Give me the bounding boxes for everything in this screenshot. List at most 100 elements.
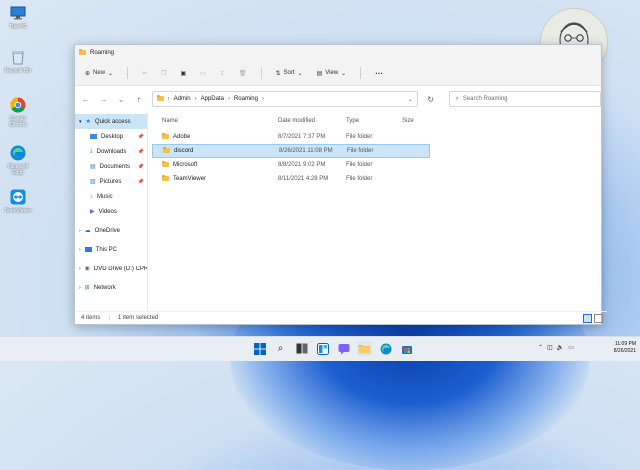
desktop-icon-label: Recycle Bin	[4, 68, 32, 74]
search-icon: ⌕	[277, 343, 284, 354]
explorer-body: ▾ ★ Quick access Desktop 📌 ⤓ Downloads 📌…	[75, 112, 601, 317]
edge-taskbar-button[interactable]	[378, 341, 393, 356]
chevron-up-icon[interactable]: ⌃	[538, 344, 543, 351]
view-toggle	[583, 314, 603, 323]
title-bar[interactable]: Roaming	[75, 45, 601, 61]
new-button[interactable]: ⊕ New ⌄	[81, 68, 117, 79]
desktop-icon-recycle-bin[interactable]: Recycle Bin	[2, 48, 34, 74]
more-icon: ···	[375, 68, 384, 78]
search-button[interactable]: ⌕	[273, 341, 288, 356]
sidebar-item-quick-access[interactable]: ▾ ★ Quick access	[75, 114, 147, 129]
breadcrumb-item[interactable]: AppData	[201, 96, 224, 102]
chevron-down-icon[interactable]: ⌄	[116, 95, 126, 104]
column-header-name[interactable]: Name	[162, 118, 278, 124]
recycle-bin-icon	[9, 48, 27, 66]
column-header-size[interactable]: Size	[402, 118, 432, 124]
sidebar-item-documents[interactable]: ▤ Documents 📌	[75, 159, 147, 174]
sidebar-item-music[interactable]: ♪ Music	[75, 189, 147, 204]
desktop-icon-label: Google Chrome	[9, 116, 27, 128]
forward-arrow-icon[interactable]: →	[99, 95, 109, 104]
search-box[interactable]: ⌕ Search Roaming	[449, 91, 602, 107]
teams-chat-button[interactable]	[336, 341, 351, 356]
folder-icon	[79, 48, 86, 57]
file-date: 8/8/2021 9:02 PM	[278, 162, 326, 168]
column-header-type[interactable]: Type	[346, 118, 402, 124]
search-icon: ⌕	[455, 95, 459, 102]
chat-icon	[338, 343, 349, 354]
desktop-icon-teamviewer[interactable]: TeamViewer	[2, 188, 34, 214]
widgets-button[interactable]	[315, 341, 330, 356]
task-view-button[interactable]	[294, 341, 309, 356]
cut-button[interactable]: ✂	[138, 68, 151, 79]
desktop-icon-label: Microsoft Edge	[7, 164, 29, 176]
start-button[interactable]	[252, 341, 267, 356]
star-icon: ★	[85, 119, 91, 125]
sidebar-item-label: OneDrive	[94, 227, 121, 234]
sidebar-item-downloads[interactable]: ⤓ Downloads 📌	[75, 144, 147, 159]
toolbar-divider	[260, 67, 262, 79]
sidebar-item-dvd-drive[interactable]: › ◉ DVD Drive (D:) CPRA	[75, 261, 147, 276]
pin-icon: 📌	[137, 148, 144, 155]
monitor-icon	[84, 247, 92, 252]
sidebar-item-network[interactable]: › ⊞ Network	[75, 280, 147, 295]
task-view-icon	[296, 343, 307, 354]
sidebar-item-label: Network	[93, 284, 116, 291]
sidebar-item-label: Documents	[99, 163, 131, 170]
paste-icon: ▣	[180, 70, 187, 77]
new-button-label: New	[93, 70, 106, 76]
file-name: Adobe	[173, 134, 191, 140]
volume-icon[interactable]: 🔈	[557, 344, 564, 351]
sidebar-item-label: Desktop	[101, 133, 124, 140]
clock[interactable]: 11:09 PM 8/26/2021	[592, 341, 636, 355]
column-header-date[interactable]: Date modified	[278, 118, 346, 124]
breadcrumb-item[interactable]: Roaming	[234, 96, 258, 102]
cut-icon: ✂	[142, 70, 148, 77]
table-row[interactable]: Adobe 8/7/2021 7:37 PM File folder	[152, 130, 440, 144]
paste-button[interactable]: ▣	[177, 68, 191, 79]
table-row[interactable]: discord 8/26/2021 11:08 PM File folder	[152, 144, 430, 158]
sidebar-item-onedrive[interactable]: › ☁ OneDrive	[75, 223, 147, 238]
file-list: Name Date modified Type Size Adobe 8/7/2…	[148, 112, 601, 317]
chevron-down-icon[interactable]: ⌄	[408, 96, 413, 103]
breadcrumb-item[interactable]: Admin	[174, 96, 191, 102]
table-row[interactable]: Microsoft 8/8/2021 9:02 PM File folder	[152, 158, 440, 172]
copy-button[interactable]: ❐	[157, 68, 170, 79]
rename-button[interactable]: ▭	[196, 68, 210, 79]
taskbar-apps: ⌕	[252, 341, 414, 356]
tiles-view-icon[interactable]	[594, 314, 603, 323]
file-explorer-taskbar-button[interactable]	[357, 341, 372, 356]
folder-icon	[156, 94, 164, 103]
sidebar-item-this-pc[interactable]: › This PC	[75, 242, 147, 257]
search-placeholder: Search Roaming	[462, 96, 508, 102]
view-button-label: View	[325, 70, 339, 76]
desktop-icon-edge[interactable]: Microsoft Edge	[2, 144, 34, 176]
network-icon[interactable]: ◫	[547, 344, 553, 351]
refresh-icon[interactable]: ↻	[426, 95, 436, 104]
battery-icon[interactable]: ▭	[568, 344, 574, 351]
sidebar-item-label: Music	[97, 193, 113, 200]
address-bar[interactable]: › Admin › AppData › Roaming › ⌄	[151, 91, 418, 107]
up-arrow-icon[interactable]: ↑	[134, 95, 144, 104]
details-view-icon[interactable]	[583, 314, 592, 323]
chevron-down-icon: ▾	[79, 118, 82, 125]
navigation-pane: ▾ ★ Quick access Desktop 📌 ⤓ Downloads 📌…	[75, 112, 148, 317]
share-button[interactable]: ⇪	[216, 68, 229, 79]
table-row[interactable]: TeamViewer 8/11/2021 4:28 PM File folder	[152, 172, 440, 186]
chevron-right-icon: ›	[79, 265, 81, 272]
folder-icon	[162, 132, 169, 141]
more-button[interactable]: ···	[371, 67, 387, 80]
back-arrow-icon[interactable]: ←	[81, 95, 91, 104]
sort-button[interactable]: ⇅ Sort ⌄	[272, 68, 307, 79]
store-button[interactable]	[399, 341, 414, 356]
downloads-icon: ⤓	[90, 148, 93, 154]
sidebar-item-pictures[interactable]: ▨ Pictures 📌	[75, 174, 147, 189]
sidebar-item-label: Downloads	[96, 148, 127, 155]
sidebar-item-videos[interactable]: ▶ Videos	[75, 204, 147, 219]
file-date: 8/7/2021 7:37 PM	[278, 134, 326, 140]
sidebar-item-desktop[interactable]: Desktop 📌	[75, 129, 147, 144]
view-button[interactable]: ▤ View ⌄	[313, 68, 351, 79]
desktop-icon-this-pc[interactable]: This PC	[2, 4, 34, 30]
store-icon	[401, 345, 412, 354]
delete-button[interactable]: 🗑	[235, 68, 251, 79]
desktop-icon-chrome[interactable]: Google Chrome	[2, 96, 34, 128]
